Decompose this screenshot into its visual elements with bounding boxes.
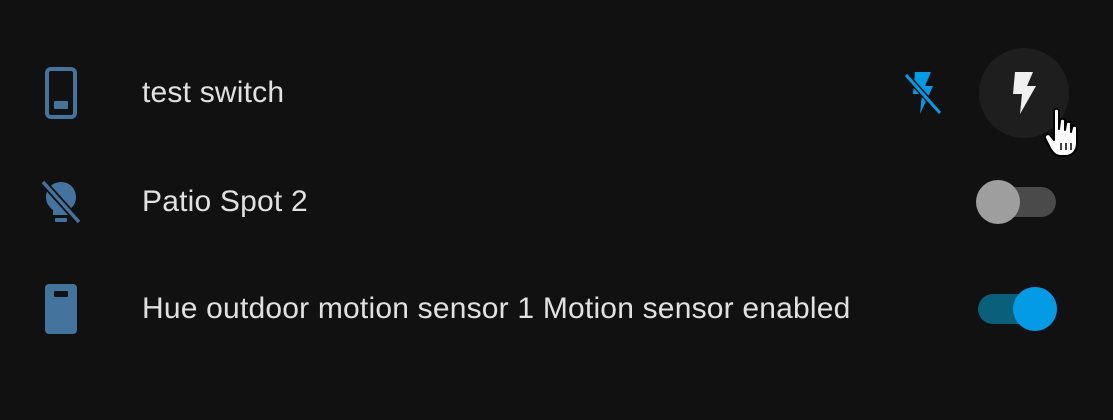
remote-icon [36, 284, 86, 334]
entity-name[interactable]: Patio Spot 2 [142, 185, 308, 219]
entity-row-patio-spot-2: Patio Spot 2 [0, 152, 1113, 252]
entities-card: test switch Patio Spot 2 Hue outdoor mot… [0, 0, 1113, 420]
cellphone-icon [36, 67, 86, 119]
lightbulb-off-icon [36, 177, 86, 227]
entity-row-test-switch: test switch [0, 43, 1113, 143]
motion-sensor-toggle[interactable] [976, 286, 1058, 332]
toggle-thumb [976, 180, 1020, 224]
flash-off-button[interactable] [897, 68, 947, 118]
entity-row-hue-motion-sensor: Hue outdoor motion sensor 1 Motion senso… [0, 259, 1113, 359]
entity-name[interactable]: Hue outdoor motion sensor 1 Motion senso… [142, 292, 851, 326]
toggle-thumb [1013, 287, 1057, 331]
patio-spot-toggle[interactable] [976, 179, 1058, 225]
entity-name[interactable]: test switch [142, 76, 284, 110]
flash-off-icon [903, 72, 943, 116]
flash-icon [1013, 72, 1036, 114]
